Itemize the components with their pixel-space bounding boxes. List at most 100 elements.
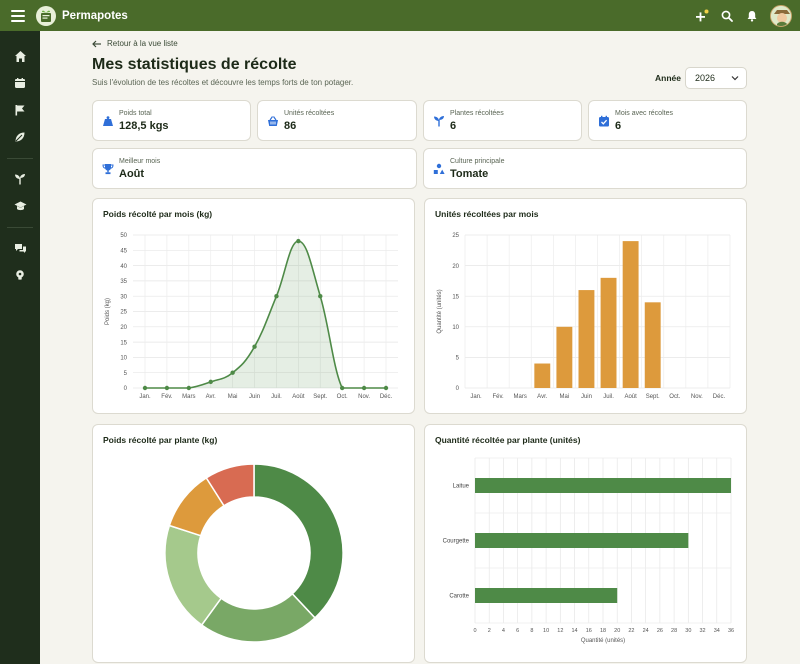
y-axis-label: Quantité (unités) <box>437 289 443 333</box>
menu-button[interactable] <box>0 0 36 31</box>
x-tick-label: 32 <box>699 628 705 634</box>
stat-card-total-weight: Poids total 128,5 kgs <box>92 100 251 141</box>
y-tick-label: Laitue <box>453 484 470 490</box>
stat-label: Culture principale <box>450 158 505 165</box>
x-tick-label: 22 <box>628 628 634 634</box>
y-tick-label: Courgette <box>443 539 470 545</box>
page-subtitle: Suis l'évolution de tes récoltes et déco… <box>92 78 354 87</box>
x-tick-label: Mai <box>228 394 238 400</box>
home-icon <box>14 50 26 62</box>
sprout-icon <box>15 174 25 185</box>
stat-card-units: Unités récoltées 86 <box>257 100 417 141</box>
x-tick-label: 30 <box>685 628 691 634</box>
sidebar-item-flag[interactable] <box>10 100 30 120</box>
y-tick-label: 35 <box>120 279 127 285</box>
brand-name: Permapotes <box>62 9 128 22</box>
x-tick-label: 24 <box>643 628 649 634</box>
calendar-check-icon <box>599 115 609 127</box>
x-tick-label: 4 <box>502 628 505 634</box>
x-tick-label: Juin <box>249 394 260 400</box>
user-avatar[interactable] <box>770 4 792 27</box>
stat-card-best-month: Meilleur mois Août <box>92 148 417 189</box>
x-tick-label: Juil. <box>271 394 282 400</box>
x-tick-label: 34 <box>714 628 720 634</box>
brand[interactable]: Permapotes <box>36 5 128 26</box>
x-tick-label: Juil. <box>603 394 614 400</box>
sidebar <box>0 31 40 664</box>
chart-panel-weight-by-month: Poids récolté par mois (kg) 0 5 10 15 20 25 30… <box>92 198 415 414</box>
stat-value: Tomate <box>450 168 489 180</box>
sidebar-item-calendar[interactable] <box>10 73 30 93</box>
weight-icon <box>103 116 113 126</box>
y-tick-label: 5 <box>456 356 460 362</box>
search-button[interactable] <box>720 9 734 23</box>
sidebar-item-ideas[interactable] <box>10 265 30 285</box>
data-point <box>186 385 192 391</box>
seed-icon <box>15 132 25 142</box>
x-tick-label: Oct. <box>669 394 680 400</box>
x-tick-label: 2 <box>488 628 491 634</box>
x-tick-label: 14 <box>571 628 577 634</box>
back-link-label: Retour à la vue liste <box>107 39 178 48</box>
top-bar: Permapotes <box>0 0 800 31</box>
y-tick-label: 50 <box>120 233 127 239</box>
data-point <box>164 385 170 391</box>
chart-panel-weight-by-plant: Poids récolté par plante (kg) TomateCour… <box>92 424 415 663</box>
x-tick-label: Sept. <box>313 394 327 400</box>
y-tick-label: 20 <box>452 264 459 270</box>
y-tick-label: 0 <box>456 386 460 392</box>
year-select[interactable]: 2026 <box>685 67 747 89</box>
search-icon <box>721 10 733 22</box>
x-tick-label: 20 <box>614 628 620 634</box>
trophy-icon <box>102 164 114 175</box>
plant-icon <box>434 116 444 127</box>
x-tick-label: Fév. <box>493 394 505 400</box>
x-tick-label: Juin <box>581 394 592 400</box>
lightbulb-icon <box>16 270 24 280</box>
sidebar-item-garden[interactable] <box>10 169 30 189</box>
x-tick-label: Sept. <box>646 394 660 400</box>
bar <box>534 363 551 388</box>
add-button[interactable] <box>695 9 709 23</box>
x-tick-label: Nov. <box>358 394 370 400</box>
basket-icon <box>268 116 278 126</box>
stat-label: Unités récoltées <box>284 110 335 117</box>
units-by-plant-chart: 0 2 4 6 8 10 12 14 16 18 20 22 24 26 28 30 32 34 36Quantit… <box>443 457 734 644</box>
y-tick-label: 10 <box>452 325 459 331</box>
x-axis-label: Quantité (unités) <box>581 638 625 644</box>
y-tick-label: 25 <box>120 310 127 316</box>
sidebar-item-forum[interactable] <box>10 238 30 258</box>
shapes-icon <box>433 163 445 174</box>
back-link[interactable]: Retour à la vue liste <box>92 39 178 48</box>
sidebar-item-home[interactable] <box>10 46 30 66</box>
x-tick-label: 16 <box>586 628 592 634</box>
x-tick-label: 18 <box>600 628 606 634</box>
data-point <box>339 385 345 391</box>
data-point <box>318 294 323 299</box>
stat-value: 128,5 kgs <box>119 120 169 132</box>
y-tick-label: 5 <box>124 371 128 377</box>
calendar-icon <box>15 78 25 88</box>
y-tick-label: 25 <box>452 233 459 239</box>
x-tick-label: Août <box>624 394 637 400</box>
x-tick-label: Mai <box>560 394 570 400</box>
data-point <box>361 385 367 391</box>
bar <box>475 478 731 493</box>
x-tick-label: Déc. <box>713 394 726 400</box>
sidebar-item-seeds[interactable] <box>10 127 30 147</box>
notifications-button[interactable] <box>745 9 759 23</box>
chevron-down-icon <box>731 76 739 81</box>
stat-card-main-crop: Culture principale Tomate <box>423 148 747 189</box>
x-tick-label: Nov. <box>691 394 703 400</box>
y-tick-label: 45 <box>120 249 127 255</box>
page-title: Mes statistiques de récolte <box>92 56 297 73</box>
avatar-icon <box>771 5 791 26</box>
y-tick-label: 20 <box>120 325 127 331</box>
sidebar-item-learn[interactable] <box>10 196 30 216</box>
stat-card-plants: Plantes récoltées 6 <box>423 100 582 141</box>
y-tick-label: 15 <box>452 294 459 300</box>
stat-value: 6 <box>450 120 457 132</box>
y-tick-label: 15 <box>120 340 127 346</box>
x-tick-label: Août <box>292 394 305 400</box>
weight-by-plant-chart: TomateCourgettePomme de terreHaricotCaro… <box>164 463 344 643</box>
